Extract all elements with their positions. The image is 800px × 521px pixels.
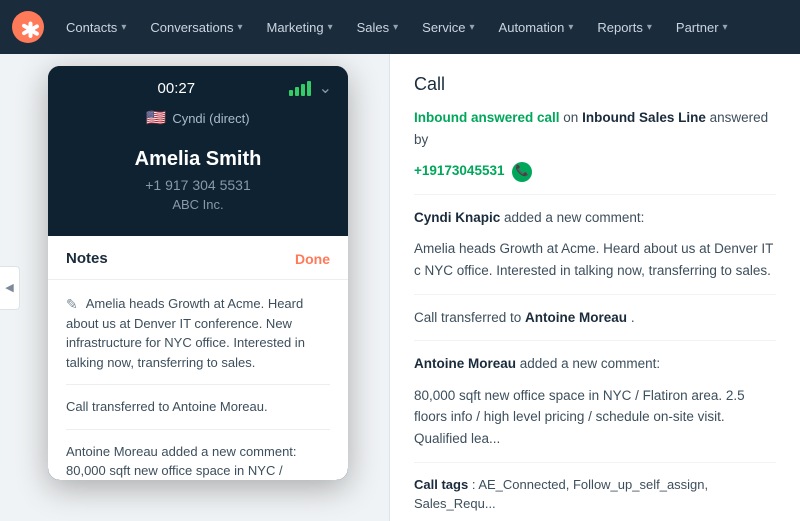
activity-title: Call — [414, 74, 776, 95]
contact-company: ABC Inc. — [64, 197, 332, 212]
automation-chevron-icon: ▾ — [568, 22, 573, 33]
nav-sales[interactable]: Sales ▾ — [347, 14, 409, 41]
signal-strength-icon — [289, 81, 311, 96]
notes-done-button[interactable]: Done — [295, 251, 330, 267]
call-tags-line: Call tags : AE_Connected, Follow_up_self… — [414, 475, 776, 514]
navbar: Contacts ▾ Conversations ▾ Marketing ▾ S… — [0, 0, 800, 54]
transfer-prefix: Call transferred to — [414, 310, 525, 325]
chevron-left-icon: ◀ — [5, 281, 13, 294]
comment1-author: Cyndi Knapic — [414, 210, 500, 225]
marketing-chevron-icon: ▾ — [328, 22, 333, 33]
notes-text-3: Antoine Moreau added a new comment: — [66, 444, 297, 459]
conversations-chevron-icon: ▾ — [237, 22, 242, 33]
right-panel: Call Inbound answered call on Inbound Sa… — [390, 54, 800, 521]
contact-phone: +1 917 304 5531 — [64, 177, 332, 193]
notes-title: Notes — [66, 250, 108, 267]
nav-conversations[interactable]: Conversations ▾ — [140, 14, 252, 41]
comment2-body: 80,000 sqft new office space in NYC / Fl… — [414, 385, 776, 450]
divider-2 — [414, 294, 776, 295]
transfer-line: Call transferred to Antoine Moreau . — [414, 307, 776, 329]
nav-contacts[interactable]: Contacts ▾ — [56, 14, 136, 41]
service-chevron-icon: ▾ — [470, 22, 475, 33]
tags-label: Call tags — [414, 477, 468, 492]
contact-name: Amelia Smith — [64, 148, 332, 171]
activity-phone-line: +19173045531 📞 — [414, 160, 776, 182]
divider-3 — [414, 340, 776, 341]
nav-service[interactable]: Service ▾ — [412, 14, 484, 41]
hubspot-logo-icon — [12, 11, 44, 43]
sales-line-name: Inbound Sales Line — [582, 110, 706, 125]
partner-chevron-icon: ▾ — [723, 22, 728, 33]
left-panel: ◀ 00:27 ⌄ — [0, 54, 390, 521]
notes-text-2: Call transferred to Antoine Moreau. — [66, 399, 268, 414]
comment1-added-text: added a new comment: — [504, 210, 644, 225]
comment2-author: Antoine Moreau — [414, 356, 516, 371]
flag-icon: 🇺🇸 — [146, 108, 166, 128]
comment2-header: Antoine Moreau added a new comment: — [414, 353, 776, 375]
call-contact-info: Amelia Smith +1 917 304 5531 ABC Inc. — [48, 132, 348, 232]
reports-chevron-icon: ▾ — [647, 22, 652, 33]
notes-content: ✎ Amelia heads Growth at Acme. Heard abo… — [48, 280, 348, 480]
nav-automation[interactable]: Automation ▾ — [489, 14, 584, 41]
comment1-header: Cyndi Knapic added a new comment: — [414, 207, 776, 229]
notes-header: Notes Done — [48, 236, 348, 280]
transfer-suffix: . — [631, 310, 635, 325]
nav-reports[interactable]: Reports ▾ — [587, 14, 662, 41]
call-widget: 00:27 ⌄ 🇺🇸 Cyndi (direct) — [48, 66, 348, 480]
sidebar-collapse-button[interactable]: ◀ — [0, 266, 20, 310]
nav-partner[interactable]: Partner ▾ — [666, 14, 738, 41]
phone-icon: 📞 — [512, 162, 532, 182]
activity-on-text: on — [563, 110, 582, 125]
notes-text-1: Amelia heads Growth at Acme. Heard about… — [66, 296, 305, 370]
notes-section: Notes Done ✎ Amelia heads Growth at Acme… — [48, 236, 348, 480]
caller-info: 🇺🇸 Cyndi (direct) — [48, 104, 348, 132]
main-content: ◀ 00:27 ⌄ — [0, 54, 800, 521]
transfer-person: Antoine Moreau — [525, 310, 627, 325]
contacts-chevron-icon: ▾ — [121, 22, 126, 33]
divider-4 — [414, 462, 776, 463]
sales-chevron-icon: ▾ — [393, 22, 398, 33]
call-timer: 00:27 — [64, 80, 289, 97]
divider-1 — [414, 194, 776, 195]
caller-name: Cyndi (direct) — [172, 111, 249, 126]
nav-marketing[interactable]: Marketing ▾ — [256, 14, 342, 41]
activity-inbound-line: Inbound answered call on Inbound Sales L… — [414, 107, 776, 150]
edit-icon: ✎ — [66, 296, 78, 313]
inbound-call-label: Inbound answered call — [414, 110, 560, 125]
notes-text-4: 80,000 sqft new office space in NYC / Fl… — [66, 463, 283, 480]
comment1-body: Amelia heads Growth at Acme. Heard about… — [414, 238, 776, 281]
call-header: 00:27 ⌄ — [48, 66, 348, 104]
comment2-added-text: added a new comment: — [520, 356, 660, 371]
phone-number: +19173045531 — [414, 163, 504, 178]
call-chevron-down-icon[interactable]: ⌄ — [319, 78, 332, 98]
